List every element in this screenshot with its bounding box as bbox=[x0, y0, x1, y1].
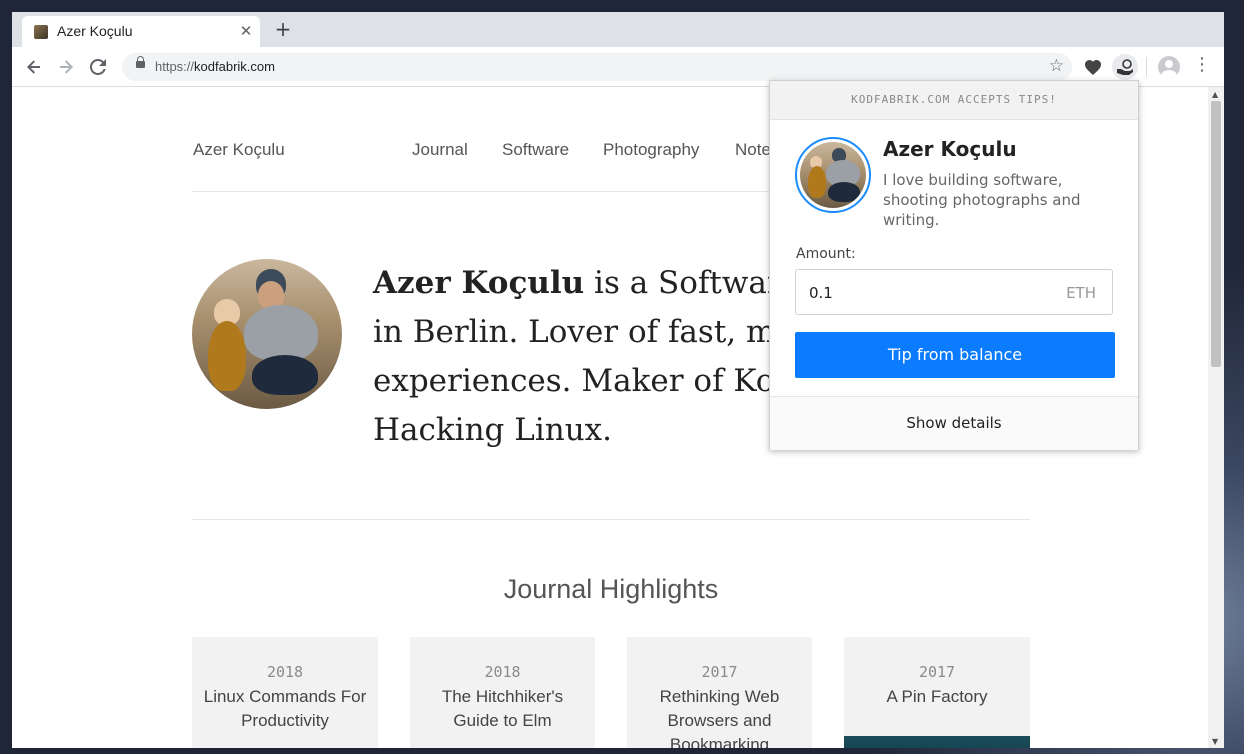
card-title: Rethinking Web Browsers and Bookmarking bbox=[659, 687, 780, 748]
journal-card[interactable]: 2018 The Hitchhiker's Guide to Elm bbox=[410, 637, 595, 748]
url-host: kodfabrik.com bbox=[194, 59, 275, 74]
section-divider bbox=[192, 519, 1030, 520]
journal-card[interactable]: 2017 Rethinking Web Browsers and Bookmar… bbox=[627, 637, 812, 748]
card-title: Linux Commands For Productivity bbox=[203, 687, 367, 730]
popup-bio: I love building software, shooting photo… bbox=[883, 171, 1081, 229]
lock-icon bbox=[136, 56, 145, 68]
nav-software[interactable]: Software bbox=[502, 140, 569, 160]
address-bar[interactable]: https://kodfabrik.com ☆ bbox=[122, 53, 1072, 81]
profile-avatar-button[interactable] bbox=[1158, 56, 1180, 78]
browser-window: Azer Koçulu ✕ + https://kodfabrik.com ☆ … bbox=[12, 12, 1224, 748]
amount-label: Amount: bbox=[796, 246, 856, 262]
scroll-down-icon[interactable]: ▼ bbox=[1212, 737, 1218, 746]
back-button[interactable] bbox=[21, 54, 47, 80]
page-scrollbar[interactable]: ▲ ▼ bbox=[1208, 87, 1224, 748]
tip-hand-icon bbox=[1117, 59, 1133, 75]
journal-card[interactable]: 2017 A Pin Factory bbox=[844, 637, 1030, 748]
amount-value: 0.1 bbox=[809, 284, 833, 302]
tip-from-balance-button[interactable]: Tip from balance bbox=[795, 332, 1115, 378]
bookmark-star-icon[interactable]: ☆ bbox=[1049, 56, 1064, 76]
popup-name: Azer Koçulu bbox=[883, 137, 1017, 161]
scrollbar-thumb[interactable] bbox=[1211, 101, 1221, 367]
site-name[interactable]: Azer Koçulu bbox=[193, 140, 285, 160]
amount-input[interactable]: 0.1 ETH bbox=[795, 269, 1113, 315]
amount-unit: ETH bbox=[1066, 284, 1096, 302]
arrow-left-icon bbox=[27, 60, 40, 74]
nav-notes[interactable]: Note bbox=[735, 140, 771, 160]
heart-extension-button[interactable] bbox=[1080, 54, 1106, 80]
popup-header: KODFABRIK.COM ACCEPTS TIPS! bbox=[770, 81, 1138, 120]
tab-strip: Azer Koçulu ✕ + bbox=[12, 12, 1224, 47]
hero-name: Azer Koçulu bbox=[373, 265, 585, 301]
show-details-button[interactable]: Show details bbox=[770, 396, 1138, 450]
new-tab-button[interactable]: + bbox=[272, 18, 294, 40]
close-icon[interactable]: ✕ bbox=[238, 22, 254, 40]
tip-extension-button[interactable] bbox=[1112, 54, 1138, 80]
card-year: 2018 bbox=[266, 663, 304, 681]
card-image bbox=[844, 736, 1030, 748]
nav-journal[interactable]: Journal bbox=[412, 140, 468, 160]
popup-avatar bbox=[795, 137, 871, 213]
reload-button[interactable] bbox=[85, 54, 111, 80]
menu-kebab-icon[interactable]: ⋮ bbox=[1192, 54, 1212, 75]
browser-tab[interactable]: Azer Koçulu ✕ bbox=[22, 16, 260, 47]
url-scheme: https:// bbox=[155, 59, 195, 74]
card-title: A Pin Factory bbox=[886, 687, 988, 706]
url-text: https://kodfabrik.com bbox=[155, 59, 275, 74]
toolbar-separator bbox=[1146, 57, 1147, 77]
journal-highlights-title: Journal Highlights bbox=[503, 574, 719, 604]
nav-photography[interactable]: Photography bbox=[603, 140, 699, 160]
scroll-up-icon[interactable]: ▲ bbox=[1212, 90, 1218, 99]
hero-avatar bbox=[192, 259, 342, 409]
card-year: 2018 bbox=[484, 663, 521, 681]
forward-button[interactable] bbox=[53, 54, 79, 80]
favicon-icon bbox=[34, 25, 48, 39]
journal-card[interactable]: 2018 Linux Commands For Productivity bbox=[192, 637, 378, 748]
tip-popup: KODFABRIK.COM ACCEPTS TIPS! Azer Koçulu … bbox=[769, 80, 1139, 450]
card-year: 2017 bbox=[701, 663, 738, 681]
tab-title: Azer Koçulu bbox=[57, 23, 133, 39]
reload-icon bbox=[90, 59, 106, 75]
card-title: The Hitchhiker's Guide to Elm bbox=[441, 687, 564, 730]
arrow-right-icon bbox=[60, 60, 73, 74]
heart-icon bbox=[1085, 59, 1101, 75]
card-year: 2017 bbox=[918, 663, 956, 681]
